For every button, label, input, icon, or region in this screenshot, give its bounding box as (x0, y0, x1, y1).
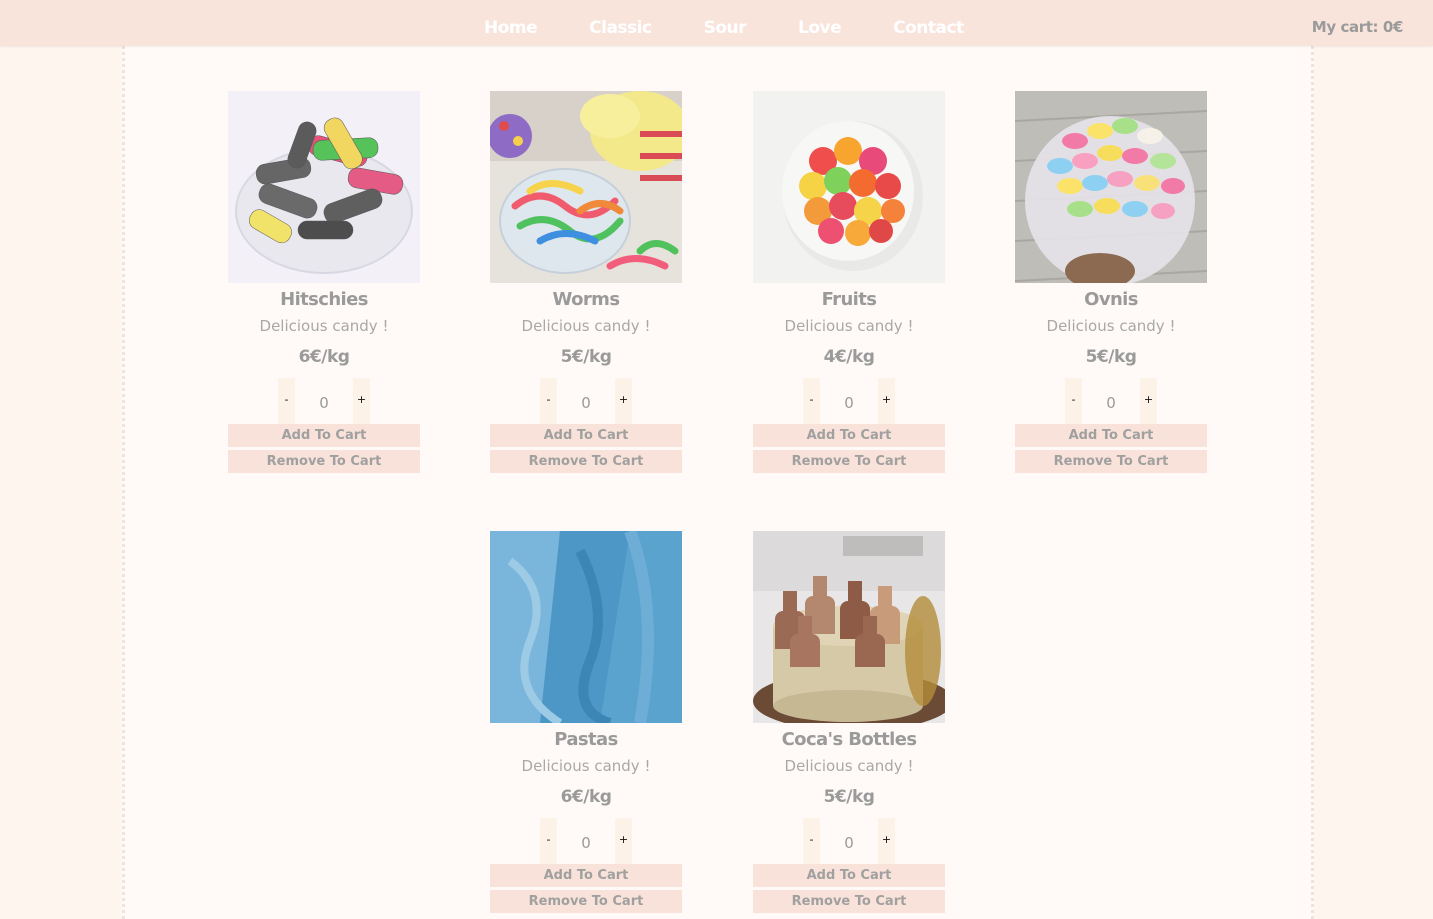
product-image-fruits (753, 91, 945, 283)
product-card-hitschies: Hitschies Delicious candy ! 6€/kg - 0 + … (228, 91, 420, 476)
product-description: Delicious candy ! (259, 317, 389, 335)
decrease-quantity-button[interactable]: - (803, 378, 820, 424)
product-description: Delicious candy ! (784, 757, 914, 775)
product-price: 6€/kg (298, 347, 350, 367)
product-price: 4€/kg (823, 347, 875, 367)
increase-quantity-button[interactable]: + (1140, 378, 1157, 424)
product-description: Delicious candy ! (521, 757, 651, 775)
quantity-value: 0 (581, 394, 591, 412)
product-description: Delicious candy ! (521, 317, 651, 335)
nav-love-link[interactable]: Love (798, 8, 842, 38)
decrease-quantity-button[interactable]: - (803, 818, 820, 864)
quantity-value: 0 (319, 394, 329, 412)
product-image-worms (490, 91, 682, 283)
product-name: Coca's Bottles (781, 729, 917, 750)
product-name: Ovnis (1084, 289, 1138, 310)
nav-contact-link[interactable]: Contact (893, 8, 964, 38)
quantity-value: 0 (581, 834, 591, 852)
decrease-quantity-button[interactable]: - (1065, 378, 1082, 424)
decrease-quantity-button[interactable]: - (540, 378, 557, 424)
product-price: 5€/kg (1085, 347, 1137, 367)
product-name: Fruits (821, 289, 877, 310)
product-card-pastas: Pastas Delicious candy ! 6€/kg - 0 + Add… (490, 531, 682, 916)
add-to-cart-button[interactable]: Add To Cart (1015, 424, 1207, 447)
product-card-ovnis: Ovnis Delicious candy ! 5€/kg - 0 + Add … (1015, 91, 1207, 476)
product-image-pastas (490, 531, 682, 723)
product-name: Hitschies (280, 289, 368, 310)
quantity-stepper: - 0 + (753, 378, 945, 424)
product-name: Pastas (554, 729, 618, 750)
product-card-fruits: Fruits Delicious candy ! 4€/kg - 0 + Add… (753, 91, 945, 476)
increase-quantity-button[interactable]: + (878, 818, 895, 864)
remove-from-cart-button[interactable]: Remove To Cart (753, 450, 945, 473)
product-card-worms: Worms Delicious candy ! 5€/kg - 0 + Add … (490, 91, 682, 476)
product-card-coca-bottles: Coca's Bottles Delicious candy ! 5€/kg -… (753, 531, 945, 916)
remove-from-cart-button[interactable]: Remove To Cart (490, 890, 682, 913)
remove-from-cart-button[interactable]: Remove To Cart (1015, 450, 1207, 473)
cart-summary[interactable]: My cart: 0€ (1312, 18, 1404, 36)
nav-classic-link[interactable]: Classic (589, 8, 652, 38)
product-grid: Hitschies Delicious candy ! 6€/kg - 0 + … (122, 46, 1314, 919)
nav-links: Home Classic Sour Love Contact (484, 0, 1016, 46)
quantity-value: 0 (844, 394, 854, 412)
product-name: Worms (552, 289, 621, 310)
add-to-cart-button[interactable]: Add To Cart (228, 424, 420, 447)
product-image-ovnis (1015, 91, 1207, 283)
quantity-stepper: - 0 + (228, 378, 420, 424)
add-to-cart-button[interactable]: Add To Cart (490, 424, 682, 447)
product-description: Delicious candy ! (784, 317, 914, 335)
quantity-value: 0 (1106, 394, 1116, 412)
add-to-cart-button[interactable]: Add To Cart (753, 424, 945, 447)
quantity-stepper: - 0 + (490, 818, 682, 864)
remove-from-cart-button[interactable]: Remove To Cart (753, 890, 945, 913)
product-description: Delicious candy ! (1046, 317, 1176, 335)
quantity-value: 0 (844, 834, 854, 852)
product-price: 5€/kg (823, 787, 875, 807)
increase-quantity-button[interactable]: + (615, 378, 632, 424)
add-to-cart-button[interactable]: Add To Cart (490, 864, 682, 887)
remove-from-cart-button[interactable]: Remove To Cart (228, 450, 420, 473)
product-price: 5€/kg (560, 347, 612, 367)
navbar: Home Classic Sour Love Contact My cart: … (0, 0, 1433, 46)
nav-home-link[interactable]: Home (484, 8, 538, 38)
quantity-stepper: - 0 + (1015, 378, 1207, 424)
quantity-stepper: - 0 + (753, 818, 945, 864)
product-price: 6€/kg (560, 787, 612, 807)
product-image-coca-bottles (753, 531, 945, 723)
quantity-stepper: - 0 + (490, 378, 682, 424)
decrease-quantity-button[interactable]: - (540, 818, 557, 864)
add-to-cart-button[interactable]: Add To Cart (753, 864, 945, 887)
product-image-hitschies (228, 91, 420, 283)
nav-sour-link[interactable]: Sour (704, 8, 747, 38)
remove-from-cart-button[interactable]: Remove To Cart (490, 450, 682, 473)
increase-quantity-button[interactable]: + (353, 378, 370, 424)
increase-quantity-button[interactable]: + (615, 818, 632, 864)
decrease-quantity-button[interactable]: - (278, 378, 295, 424)
increase-quantity-button[interactable]: + (878, 378, 895, 424)
